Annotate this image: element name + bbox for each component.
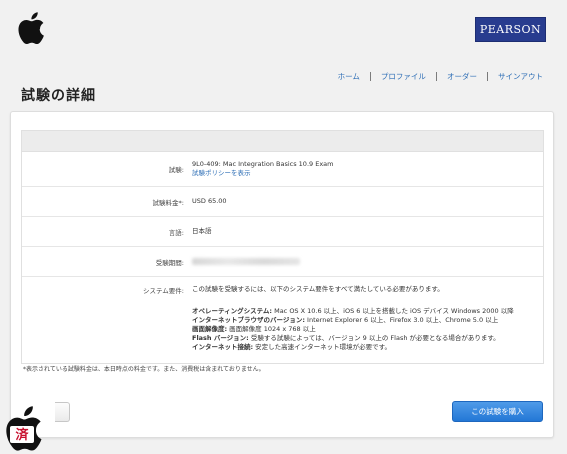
exam-details-card: 試験: 9L0-409: Mac Integration Basics 10.9… <box>10 111 554 438</box>
exam-details-table: 試験: 9L0-409: Mac Integration Basics 10.9… <box>21 130 544 364</box>
requirement-os: オペレーティングシステム: Mac OS X 10.6 以上、iOS 6 以上を… <box>192 307 514 315</box>
apple-logo-icon <box>18 12 44 45</box>
nav-home-link[interactable]: ホーム <box>338 71 360 82</box>
exam-policy-link[interactable]: 試験ポリシーを表示 <box>192 169 543 178</box>
exam-period <box>188 257 543 266</box>
buy-exam-button[interactable]: この試験を購入 <box>452 401 543 422</box>
row-value: 9L0-409: Mac Integration Basics 10.9 Exa… <box>188 160 543 178</box>
table-header <box>22 131 543 152</box>
requirement-flash: Flash バージョン: 受験する試験によっては、バージョン 9 以上の Fla… <box>192 334 500 342</box>
row-label: システム要件: <box>143 287 184 295</box>
table-row-system-requirements: システム要件: この試験を受験するには、以下のシステム要件をすべて満たしている必… <box>22 277 543 363</box>
requirement-resolution: 画面解像度: 画面解像度 1024 x 768 以上 <box>192 325 316 333</box>
exam-fee: USD 65.00 <box>192 197 227 205</box>
system-requirements: この試験を受験するには、以下のシステム要件をすべて満たしている必要があります。 … <box>188 277 543 352</box>
apple-badge-icon: 済 <box>6 406 42 451</box>
exam-language: 日本語 <box>192 227 212 235</box>
table-row-fee: 試験料金*: USD 65.00 <box>22 187 543 217</box>
row-label: 試験料金*: <box>152 198 184 207</box>
back-button[interactable] <box>55 402 70 422</box>
nav-separator: | <box>368 71 372 82</box>
top-nav: ホーム | プロファイル | オーダー | サインアウト <box>338 71 543 82</box>
row-label: 試験: <box>168 166 184 174</box>
page-title: 試験の詳細 <box>21 88 96 104</box>
requirement-internet: インターネット接続: 安定した高速インターネット環境が必要です。 <box>192 343 392 351</box>
table-row-exam: 試験: 9L0-409: Mac Integration Basics 10.9… <box>22 152 543 187</box>
nav-separator: | <box>434 71 438 82</box>
row-label: 受験期間: <box>155 258 184 267</box>
price-footnote: *表示されている試験料金は、本日時点の料金です。また、消費税は含まれておりません… <box>23 366 265 373</box>
blurred-dates <box>192 257 300 265</box>
nav-signout-link[interactable]: サインアウト <box>498 71 543 82</box>
row-label: 言語: <box>168 228 184 237</box>
svg-text:済: 済 <box>15 427 29 443</box>
requirement-browser: インターネットブラウザのバージョン: Internet Explorer 6 以… <box>192 316 499 324</box>
requirements-list: オペレーティングシステム: Mac OS X 10.6 以上、iOS 6 以上を… <box>192 307 543 352</box>
table-row-language: 言語: 日本語 <box>22 217 543 247</box>
exam-name: 9L0-409: Mac Integration Basics 10.9 Exa… <box>192 160 334 168</box>
table-row-period: 受験期間: <box>22 247 543 277</box>
nav-separator: | <box>485 71 489 82</box>
nav-profile-link[interactable]: プロファイル <box>381 71 426 82</box>
nav-orders-link[interactable]: オーダー <box>447 71 477 82</box>
pearson-logo: PEARSON <box>475 17 546 42</box>
requirements-intro: この試験を受験するには、以下のシステム要件をすべて満たしている必要があります。 <box>192 285 444 293</box>
